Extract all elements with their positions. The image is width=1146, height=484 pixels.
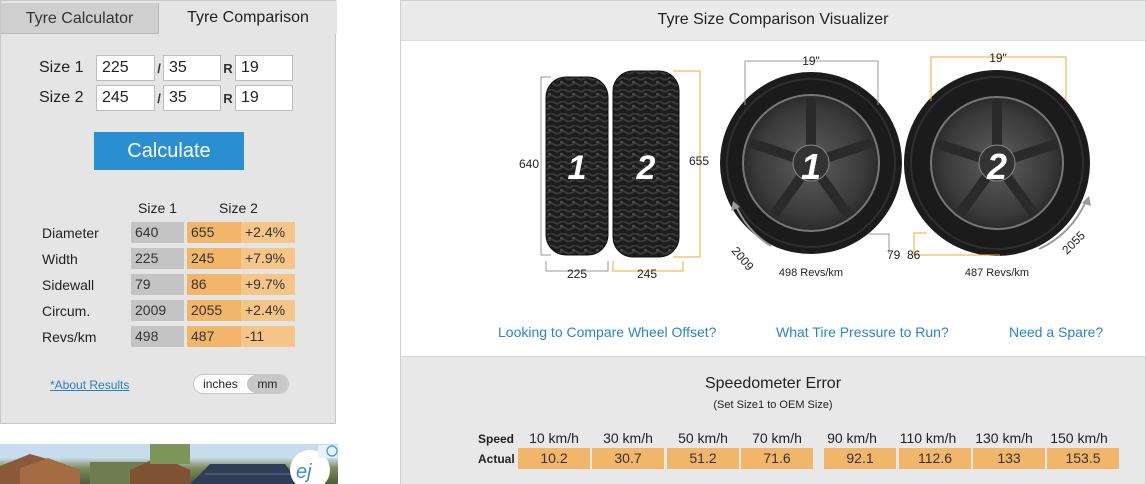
size2-slash: / — [157, 90, 161, 106]
wheel2-side: 2 — [904, 70, 1090, 256]
speed-150: 150 km/h — [1050, 430, 1108, 446]
calculate-button[interactable]: Calculate — [94, 132, 244, 170]
actual-30: 30.7 — [592, 448, 664, 469]
actual-10: 10.2 — [518, 448, 590, 469]
result-circum-size2: 2055 — [187, 300, 241, 321]
result-sidewall-size2: 86 — [187, 274, 241, 295]
result-label-circum: Circum. — [42, 303, 91, 319]
unit-mm-option[interactable]: mm — [246, 375, 288, 393]
tyre1-front-number: 1 — [568, 149, 587, 187]
wheel1-number: 1 — [801, 146, 821, 187]
actual-50: 51.2 — [667, 448, 739, 469]
size1-label: Size 1 — [39, 59, 84, 76]
results-header-size1: Size 1 — [138, 200, 177, 216]
result-width-size2: 245 — [187, 248, 241, 269]
size2-aspect-input[interactable] — [163, 85, 221, 111]
about-results-link[interactable]: *About Results — [50, 378, 129, 392]
tyre-visualizer: 1 2 640 655 225 245 1 19" 79 2009 498 Re… — [519, 51, 1091, 281]
wheel1-side: 1 — [720, 72, 902, 254]
size1-row: Size 1 / R — [39, 55, 293, 81]
ad-image: ej — [0, 444, 338, 484]
result-revs-size1: 498 — [131, 326, 184, 347]
result-diameter-size1: 640 — [131, 222, 184, 243]
rim2-label: 19" — [989, 51, 1007, 65]
result-circum-diff: +2.4% — [241, 300, 295, 321]
size1-r: R — [223, 60, 233, 76]
speedometer-error-section: Speedometer Error (Set Size1 to OEM Size… — [401, 356, 1145, 484]
result-label-diameter: Diameter — [42, 225, 99, 241]
size2-width-input[interactable] — [96, 85, 155, 111]
diameter2-label: 655 — [689, 154, 709, 168]
rim1-label: 19" — [802, 54, 820, 68]
sidewall1-bracket — [869, 233, 890, 254]
speed-110: 110 km/h — [899, 430, 957, 446]
actual-130: 133 — [973, 448, 1045, 469]
svg-text:ej: ej — [296, 461, 312, 483]
speed-10: 10 km/h — [529, 430, 579, 446]
result-revs-diff: -11 — [241, 326, 295, 347]
sidewall1-label: 79 — [887, 248, 901, 262]
tire-pressure-link[interactable]: What Tire Pressure to Run? — [776, 324, 949, 340]
tab-tyre-calculator[interactable]: Tyre Calculator — [1, 3, 159, 34]
calculator-panel: Tyre Calculator Tyre Comparison Size 1 /… — [0, 0, 337, 424]
speed-90: 90 km/h — [827, 430, 877, 446]
size2-r: R — [223, 90, 233, 106]
tyre2-front: 2 — [612, 70, 680, 258]
size1-slash: / — [157, 60, 161, 76]
speed-30: 30 km/h — [603, 430, 653, 446]
wheel2-number: 2 — [986, 146, 1007, 187]
result-circum-size1: 2009 — [131, 300, 184, 321]
result-diameter-size2: 655 — [187, 222, 241, 243]
speedo-subtitle: (Set Size1 to OEM Size) — [713, 399, 833, 411]
speed-50: 50 km/h — [678, 430, 728, 446]
visualizer-title: Tyre Size Comparison Visualizer — [401, 1, 1145, 41]
compare-offset-link[interactable]: Looking to Compare Wheel Offset? — [498, 324, 716, 340]
size1-rim-input[interactable] — [235, 55, 293, 81]
result-revs-size2: 487 — [187, 326, 241, 347]
actual-110: 112.6 — [899, 448, 971, 469]
result-label-revs: Revs/km — [42, 329, 97, 345]
unit-inches-option[interactable]: inches — [194, 375, 247, 393]
result-sidewall-diff: +9.7% — [241, 274, 295, 295]
need-spare-link[interactable]: Need a Spare? — [1009, 324, 1103, 340]
circum1-label: 2009 — [729, 244, 757, 274]
size2-label: Size 2 — [39, 89, 84, 106]
sidewall2-label: 86 — [907, 248, 921, 262]
size2-row: Size 2 / R — [39, 85, 293, 111]
size2-rim-input[interactable] — [235, 85, 293, 111]
actual-row-label: Actual — [478, 452, 515, 466]
result-width-size1: 225 — [131, 248, 184, 269]
revs1-label: 498 Revs/km — [779, 267, 843, 279]
width2-label: 245 — [637, 267, 657, 281]
ad-banner[interactable]: ej — [0, 444, 338, 484]
actual-150: 153.5 — [1047, 448, 1119, 469]
speed-70: 70 km/h — [752, 430, 802, 446]
result-diameter-diff: +2.4% — [241, 222, 295, 243]
tab-tyre-comparison[interactable]: Tyre Comparison — [159, 1, 337, 34]
result-sidewall-size1: 79 — [131, 274, 184, 295]
results-header-size2: Size 2 — [219, 200, 258, 216]
speedo-title: Speedometer Error — [704, 375, 842, 392]
diameter1-label: 640 — [519, 157, 539, 171]
size1-width-input[interactable] — [96, 55, 155, 81]
speed-130: 130 km/h — [975, 430, 1033, 446]
speed-row-label: Speed — [478, 432, 515, 446]
revs2-label: 487 Revs/km — [965, 267, 1029, 279]
width1-label: 225 — [567, 267, 587, 281]
size1-aspect-input[interactable] — [163, 55, 221, 81]
unit-toggle[interactable]: inches mm — [193, 374, 289, 394]
result-width-diff: +7.9% — [241, 248, 295, 269]
actual-90: 92.1 — [824, 448, 896, 469]
tyre1-front: 1 — [545, 76, 609, 256]
result-label-sidewall: Sidewall — [42, 277, 95, 293]
result-label-width: Width — [42, 251, 78, 267]
visualizer-panel: Tyre Size Comparison Visualizer 1 2 640 … — [400, 0, 1146, 484]
actual-70: 71.6 — [741, 448, 813, 469]
tyre2-front-number: 2 — [636, 149, 656, 187]
